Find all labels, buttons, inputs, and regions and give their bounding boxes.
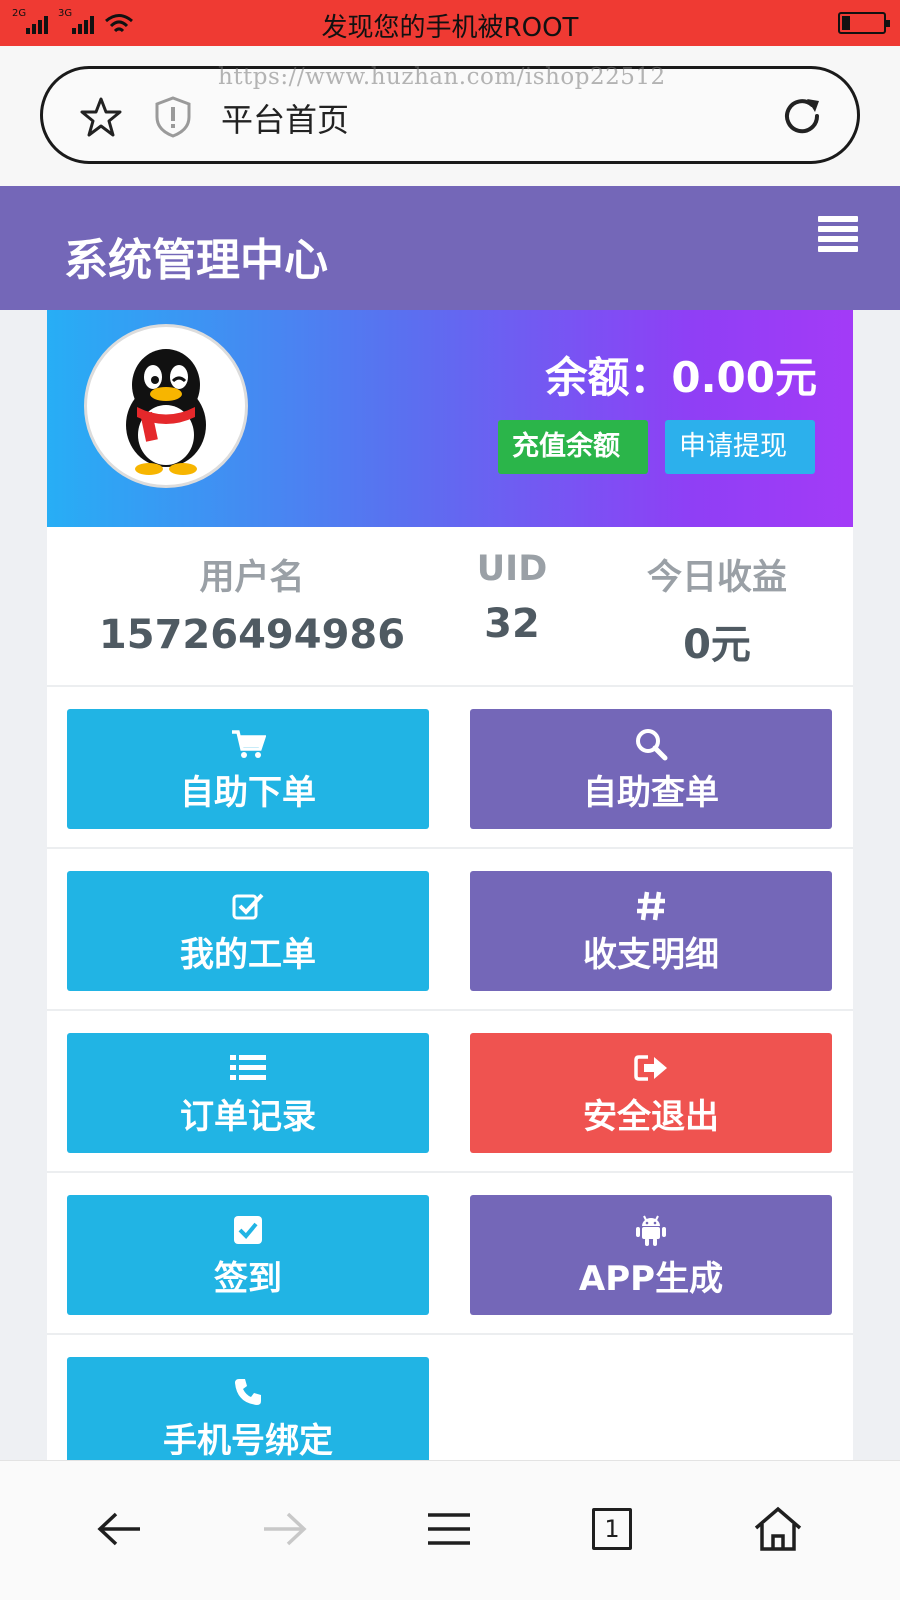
- home-icon: [754, 1506, 802, 1551]
- my-tickets-button[interactable]: 我的工单: [67, 871, 429, 991]
- status-bar: 2G 3G 发现您的手机被ROOT: [0, 0, 900, 46]
- app-generate-button[interactable]: APP生成: [470, 1195, 832, 1315]
- watermark-url: https://www.huzhan.com/ishop22512: [218, 64, 666, 90]
- uid-stat: UID 32: [437, 549, 587, 647]
- tabs-button[interactable]: 1: [584, 1501, 640, 1557]
- phone-bind-label: 手机号绑定: [163, 1421, 333, 1461]
- root-warning-text: 发现您的手机被ROOT: [321, 13, 579, 43]
- self-query-button[interactable]: 自助查单: [470, 709, 832, 829]
- security-shield-icon[interactable]: [151, 95, 195, 139]
- user-card: 余额：0.00元 充值余额 申请提现 用户名 15726494986 UID 3…: [47, 310, 853, 1477]
- forward-button[interactable]: [256, 1501, 312, 1557]
- self-order-label: 自助下单: [180, 773, 316, 813]
- menu-row-2: 我的工单 收支明细: [47, 849, 853, 1011]
- balance-text: 余额：0.00元: [545, 353, 817, 402]
- cart-icon: [232, 730, 266, 758]
- checkin-button[interactable]: 签到: [67, 1195, 429, 1315]
- username-label: 用户名: [199, 558, 305, 598]
- app-header: 系统管理中心: [0, 186, 900, 310]
- hamburger-menu-icon[interactable]: [818, 216, 858, 256]
- home-button[interactable]: [750, 1501, 806, 1557]
- tab-count: 1: [592, 1508, 632, 1550]
- username-stat: 用户名 15726494986: [87, 549, 417, 658]
- phone-icon: [235, 1379, 261, 1405]
- hashtag-icon: [637, 891, 665, 921]
- reload-icon[interactable]: [779, 93, 825, 139]
- self-query-label: 自助查单: [583, 773, 719, 813]
- checkbox-icon: [234, 1216, 262, 1244]
- back-button[interactable]: [92, 1501, 148, 1557]
- battery-icon: [838, 12, 890, 34]
- arrow-left-icon: [97, 1512, 140, 1546]
- menu-row-4: 签到 APP生成: [47, 1173, 853, 1335]
- menu-row-3: 订单记录 安全退出: [47, 1011, 853, 1173]
- logout-button[interactable]: 安全退出: [470, 1033, 832, 1153]
- transactions-button[interactable]: 收支明细: [470, 871, 832, 991]
- check-square-icon: [232, 893, 264, 920]
- browser-menu-button[interactable]: [421, 1501, 477, 1557]
- avatar: [84, 324, 248, 488]
- app-title: 系统管理中心: [64, 235, 328, 286]
- order-records-label: 订单记录: [180, 1097, 316, 1137]
- list-icon: [230, 1055, 266, 1080]
- android-icon: [636, 1215, 666, 1246]
- phone-bind-button[interactable]: 手机号绑定: [67, 1357, 429, 1477]
- menu-lines-icon: [428, 1513, 470, 1545]
- profile-banner: 余额：0.00元 充值余额 申请提现: [47, 310, 853, 527]
- penguin-avatar-icon: [126, 349, 206, 475]
- today-income-label: 今日收益: [646, 558, 787, 598]
- self-order-button[interactable]: 自助下单: [67, 709, 429, 829]
- browser-toolbar: 平台首页 https://www.huzhan.com/ishop22512: [0, 46, 900, 186]
- browser-bottom-nav: 1: [0, 1460, 900, 1600]
- today-income-value: 0元: [683, 622, 751, 668]
- bookmark-star-icon[interactable]: [79, 95, 123, 139]
- logout-label: 安全退出: [583, 1097, 719, 1137]
- page-title[interactable]: 平台首页: [221, 95, 349, 141]
- recharge-button[interactable]: 充值余额: [498, 420, 648, 474]
- transactions-label: 收支明细: [583, 935, 719, 975]
- uid-label: UID: [476, 549, 548, 589]
- username-value: 15726494986: [98, 612, 406, 658]
- search-icon: [636, 729, 668, 761]
- today-income-stat: 今日收益 0元: [617, 549, 817, 670]
- checkin-label: 签到: [214, 1259, 282, 1299]
- arrow-right-icon: [264, 1512, 307, 1546]
- sign-out-icon: [634, 1055, 667, 1081]
- menu-row-1: 自助下单 自助查单: [47, 687, 853, 849]
- my-tickets-label: 我的工单: [180, 935, 316, 975]
- withdraw-button[interactable]: 申请提现: [665, 420, 815, 474]
- app-generate-label: APP生成: [578, 1259, 724, 1299]
- uid-value: 32: [484, 601, 540, 647]
- user-stats: 用户名 15726494986 UID 32 今日收益 0元: [47, 527, 853, 687]
- order-records-button[interactable]: 订单记录: [67, 1033, 429, 1153]
